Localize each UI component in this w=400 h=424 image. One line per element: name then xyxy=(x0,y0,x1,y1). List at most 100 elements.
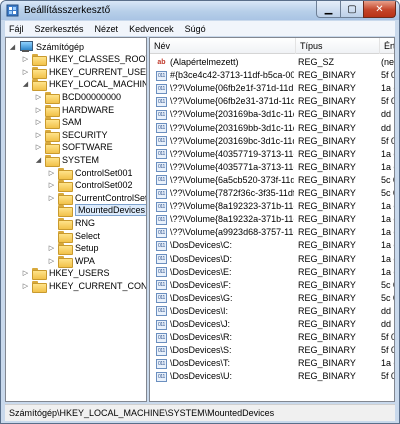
tree-item[interactable]: ▷ BCD00000000 xyxy=(34,90,121,104)
value-data-cell: 1a de xyxy=(381,161,394,172)
value-name: \DosDevices\U: xyxy=(170,371,233,382)
tree-item-label: HKEY_CURRENT_CONFIG xyxy=(49,280,147,291)
value-row[interactable]: 011\DosDevices\R: REG_BINARY 5f 00 xyxy=(150,331,394,344)
values-list-pane[interactable]: Név Típus Érték ab (Alapértelmezett) REG_S… xyxy=(149,37,395,402)
value-row[interactable]: 011 \??\Volume{06fb2e1f-371d-11d... REG_BI… xyxy=(150,82,394,95)
expand-arrow-icon[interactable]: ▷ xyxy=(34,131,43,139)
column-header-data[interactable]: Érték xyxy=(380,38,394,54)
expand-arrow-icon[interactable]: ▷ xyxy=(34,106,43,114)
value-data-cell: 1a de xyxy=(381,148,394,159)
value-row[interactable]: 011\DosDevices\T: REG_BINARY 1a de xyxy=(150,357,394,370)
tree-item[interactable]: ▷ HKEY_USERS xyxy=(21,267,110,281)
expand-arrow-icon[interactable]: ▷ xyxy=(21,269,30,277)
value-row[interactable]: 011\DosDevices\D: REG_BINARY 1a de xyxy=(150,253,394,266)
tree-item[interactable]: ▷ Setup xyxy=(47,242,99,256)
expand-arrow-icon[interactable]: ▷ xyxy=(21,68,30,76)
registry-tree-pane[interactable]: ◢ Számítógép ▷ HKEY_CLASSES_ROOT ▷ HKEY_CURRE… xyxy=(5,37,147,402)
value-row[interactable]: 011\DosDevices\F: REG_BINARY 5c 00 xyxy=(150,279,394,292)
tree-item[interactable]: ▷ ControlSet002 xyxy=(47,179,133,193)
tree-item[interactable]: ▷ SAM xyxy=(34,116,82,130)
expand-arrow-icon[interactable]: ▷ xyxy=(34,143,43,151)
tree-item[interactable]: MountedDevices xyxy=(47,204,146,218)
expand-arrow-icon[interactable]: ▷ xyxy=(34,93,43,101)
tree-item[interactable]: ◢ Számítógép xyxy=(8,40,84,53)
value-type-cell: REG_BINARY xyxy=(298,253,356,264)
value-row[interactable]: ab (Alapértelmezett) REG_SZ (nem xyxy=(150,56,394,69)
minimize-button[interactable]: ▁ xyxy=(316,1,341,18)
value-data-cell: 5c 00 xyxy=(381,174,394,185)
folder-icon xyxy=(32,268,47,281)
value-name: \DosDevices\J: xyxy=(170,319,231,329)
value-name-cell: 011 \??\Volume{06fb2e31-371d-11d... xyxy=(156,95,294,108)
tree-item[interactable]: ▷ HKEY_CURRENT_USER xyxy=(21,65,146,79)
column-header-type[interactable]: Típus xyxy=(296,38,380,54)
value-name: \DosDevices\G: xyxy=(170,292,233,303)
value-row[interactable]: 011\DosDevices\S: REG_BINARY 5f 00 xyxy=(150,344,394,357)
collapse-arrow-icon[interactable]: ◢ xyxy=(34,156,43,164)
binary-value-icon: 011 xyxy=(156,371,167,382)
value-row[interactable]: 011 \??\Volume{06fb2e31-371d-11d... REG_BI… xyxy=(150,95,394,108)
tree-item[interactable]: Select xyxy=(47,229,100,243)
tree-item[interactable]: ◢ HKEY_LOCAL_MACHINE xyxy=(21,78,146,92)
binary-value-icon: 011 xyxy=(156,136,167,147)
value-data-cell: 1a de xyxy=(381,266,394,277)
value-type-cell: REG_BINARY xyxy=(298,109,356,120)
value-row[interactable]: 011 \??\Volume{40357719-3713-11d... REG_BI… xyxy=(150,148,394,161)
binary-value-icon: 011 xyxy=(156,109,167,120)
menu-view[interactable]: Nézet xyxy=(95,24,119,34)
menu-favorites[interactable]: Kedvencek xyxy=(129,24,174,34)
tree-item[interactable]: ▷ HKEY_CURRENT_CONFIG xyxy=(21,279,147,293)
value-row[interactable]: 011 \??\Volume{8a192323-371b-11d... REG_BI… xyxy=(150,200,394,213)
tree-item[interactable]: ▷ HKEY_CLASSES_ROOT xyxy=(21,53,146,67)
expand-arrow-icon[interactable]: ▷ xyxy=(47,244,56,252)
collapse-arrow-icon[interactable]: ◢ xyxy=(8,43,17,51)
value-row[interactable]: 011 \??\Volume{4035771a-3713-11d... REG_BI… xyxy=(150,161,394,174)
expand-arrow-icon[interactable]: ▷ xyxy=(47,169,56,177)
value-data-cell: 1a de xyxy=(381,201,394,212)
tree-item[interactable]: ▷ ControlSet001 xyxy=(47,166,133,180)
collapse-arrow-icon[interactable]: ◢ xyxy=(21,80,30,88)
maximize-button[interactable]: ▢ xyxy=(340,1,364,18)
expand-arrow-icon[interactable]: ▷ xyxy=(47,181,56,189)
value-row[interactable]: 011 \??\Volume{203169bc-3d1c-11d... REG_BI… xyxy=(150,135,394,148)
value-row[interactable]: 011\DosDevices\C: REG_BINARY 1a de xyxy=(150,239,394,252)
value-row[interactable]: 011\DosDevices\G: REG_BINARY 5c 00 xyxy=(150,292,394,305)
expand-arrow-icon[interactable]: ▷ xyxy=(34,118,43,126)
tree-item[interactable]: ▷ WPA xyxy=(47,254,95,268)
tree-item[interactable]: ▷ HARDWARE xyxy=(34,103,114,117)
value-row[interactable]: 011\DosDevices\I: REG_BINARY dd 12 xyxy=(150,305,394,318)
value-row[interactable]: 011 #{b3ce4c42-3713-11df-b5ca-00... REG_BI… xyxy=(150,69,394,82)
computer-icon xyxy=(19,41,33,52)
expand-arrow-icon[interactable]: ▷ xyxy=(21,55,30,63)
value-row[interactable]: 011\DosDevices\J: REG_BINARY dd 12 xyxy=(150,318,394,331)
value-row[interactable]: 011\DosDevices\U: REG_BINARY 5f 00 xyxy=(150,370,394,383)
value-name-cell: 011 \??\Volume{a9923d68-3757-11d... xyxy=(156,226,294,239)
value-row[interactable]: 011 \??\Volume{a9923d68-3757-11d... REG_BI… xyxy=(150,226,394,239)
menu-edit[interactable]: Szerkesztés xyxy=(35,24,84,34)
string-value-icon: ab xyxy=(157,58,166,66)
value-data-cell: 5c 00 xyxy=(381,188,394,198)
tree-item-label: CurrentControlSet xyxy=(75,192,147,203)
expand-arrow-icon[interactable]: ▷ xyxy=(47,257,56,265)
value-row[interactable]: 011 \??\Volume{6a5cb520-373f-11df... REG_B… xyxy=(150,174,394,187)
value-row[interactable]: 011 \??\Volume{203169ba-3d1c-11d... REG_BI… xyxy=(150,108,394,121)
column-header-name[interactable]: Név xyxy=(150,38,296,54)
value-row[interactable]: 011\DosDevices\E: REG_BINARY 1a de xyxy=(150,266,394,279)
expand-arrow-icon[interactable]: ▷ xyxy=(21,282,30,290)
tree-item[interactable]: ▷ SECURITY xyxy=(34,128,108,142)
close-button[interactable]: ✕ xyxy=(363,1,396,18)
title-bar[interactable]: Beállításszerkesztő ▁ ▢ ✕ xyxy=(1,1,399,20)
value-row[interactable]: 011 \??\Volume{203169bb-3d1c-11d... REG_BI… xyxy=(150,122,394,135)
value-name-cell: 011 \??\Volume{8a19232a-371b-11d... xyxy=(156,213,294,226)
menu-file[interactable]: Fájl xyxy=(9,24,24,34)
value-data-cell: 5f 00 xyxy=(381,332,394,343)
value-row[interactable]: 011 \??\Volume{7872f36c-3f35-11df... REG_B… xyxy=(150,187,394,200)
value-data-cell: 1a de xyxy=(381,83,394,94)
tree-item[interactable]: ▷ SOFTWARE xyxy=(34,141,113,155)
value-row[interactable]: 011 \??\Volume{8a19232a-371b-11d... REG_BI… xyxy=(150,213,394,226)
menu-help[interactable]: Súgó xyxy=(185,24,206,34)
tree-item[interactable]: RNG xyxy=(47,216,95,230)
tree-item[interactable]: ▷ CurrentControlSet xyxy=(47,191,147,205)
tree-item[interactable]: ◢ SYSTEM xyxy=(34,153,99,167)
expand-arrow-icon[interactable]: ▷ xyxy=(47,194,56,202)
